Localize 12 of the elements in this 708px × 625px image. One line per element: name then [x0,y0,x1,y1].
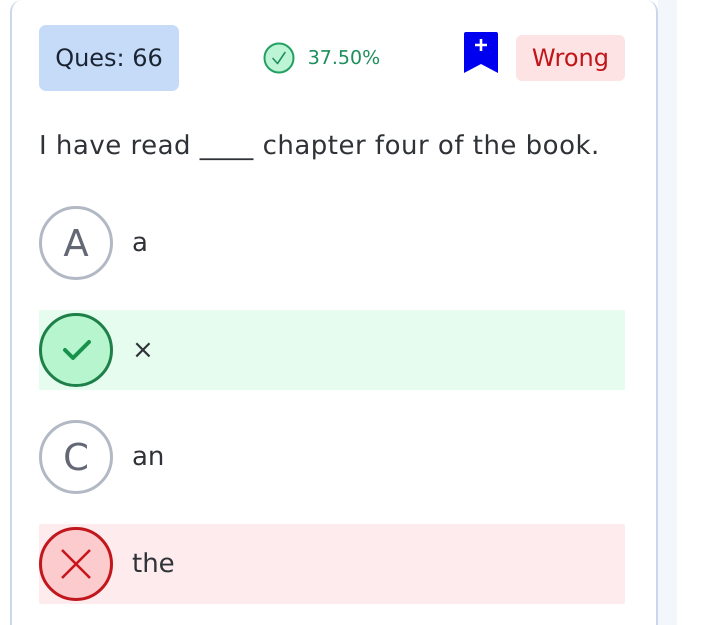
option-text: × [132,335,154,365]
option-text: a [132,228,148,258]
option-text: the [132,549,175,579]
option-letter-button[interactable]: C [39,420,113,494]
question-number-badge: Ques: 66 [39,25,179,91]
option-text: an [132,442,164,472]
option-letter-button[interactable]: A [39,206,113,280]
result-badge: Wrong [516,35,625,81]
check-circle-icon [262,42,295,74]
question-text: I have read ____ chapter four of the book. [39,130,601,162]
score-text: 37.50% [308,47,380,69]
bookmark-plus-icon[interactable] [464,32,498,72]
